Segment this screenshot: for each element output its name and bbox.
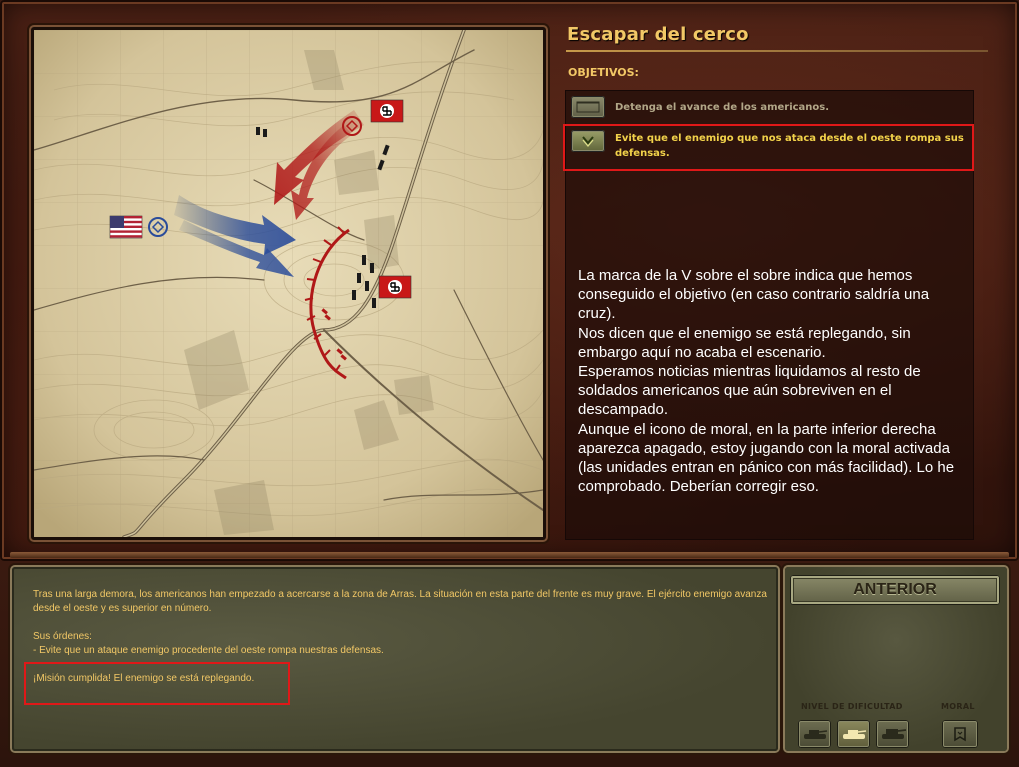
back-button[interactable]: ANTERIOR bbox=[790, 575, 1000, 605]
tank-medium-icon bbox=[842, 730, 866, 739]
objective-text: Detenga el avance de los americanos. bbox=[615, 102, 830, 113]
tank-hard-icon bbox=[881, 729, 906, 739]
annotation-text: La marca de la V sobre el sobre indica q… bbox=[578, 267, 955, 496]
envelope-icon bbox=[571, 96, 605, 118]
morale-flag-icon bbox=[954, 727, 966, 742]
highlight-box-status bbox=[24, 662, 290, 705]
us-flag bbox=[109, 215, 143, 239]
mission-title: Escapar del cerco bbox=[567, 24, 749, 45]
german-flag-south bbox=[378, 275, 412, 299]
briefing-paragraph: Tras una larga demora, los americanos ha… bbox=[33, 589, 767, 614]
orders-item: - Evite que un ataque enemigo procedente… bbox=[33, 645, 384, 656]
difficulty-medium-button[interactable] bbox=[837, 720, 870, 748]
morale-label: MORAL bbox=[941, 702, 975, 711]
difficulty-hard-button[interactable] bbox=[876, 720, 909, 748]
tactical-map bbox=[31, 27, 546, 540]
difficulty-label: NIVEL DE DIFICULTAD bbox=[801, 702, 903, 711]
title-rule bbox=[566, 50, 988, 52]
highlight-box-objective bbox=[563, 124, 974, 171]
morale-toggle-button[interactable] bbox=[942, 720, 978, 748]
objectives-header: OBJETIVOS: bbox=[568, 66, 639, 79]
objective-item: Detenga el avance de los americanos. bbox=[571, 96, 971, 118]
map-canvas bbox=[34, 30, 543, 537]
orders-title: Sus órdenes: bbox=[33, 631, 92, 642]
difficulty-easy-button[interactable] bbox=[798, 720, 831, 748]
tank-easy-icon bbox=[803, 730, 827, 739]
frame-divider bbox=[10, 552, 1009, 558]
german-flag-north bbox=[370, 99, 404, 123]
